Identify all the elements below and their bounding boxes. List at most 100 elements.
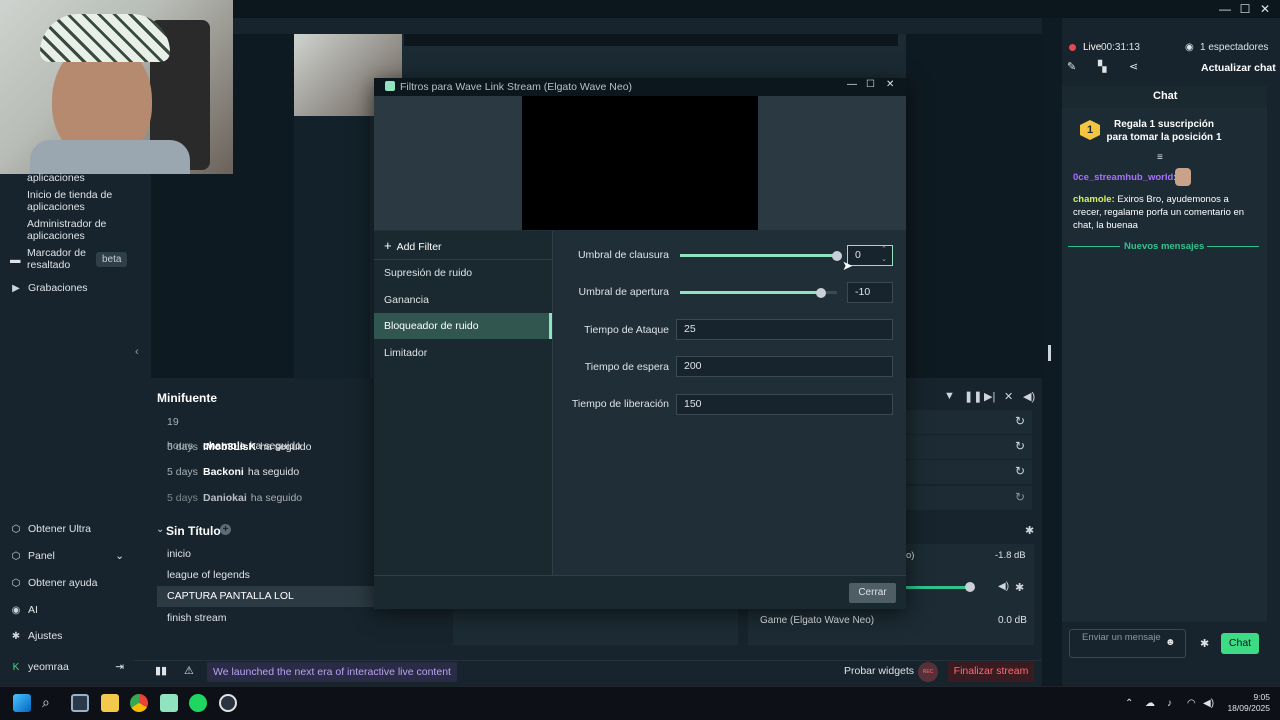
chat-username[interactable]: 0ce_streamhub_world: [1073, 172, 1173, 183]
cloud-icon[interactable]: ☁: [1145, 698, 1155, 709]
sidebar-item-panel-label: Panel: [28, 550, 55, 562]
file-explorer-icon[interactable]: [101, 694, 119, 712]
spotify-icon[interactable]: [189, 694, 207, 712]
chat-username[interactable]: chamole: [1073, 194, 1112, 205]
speaker-icon[interactable]: ◀): [1203, 698, 1214, 709]
windows-start-icon[interactable]: [13, 694, 31, 712]
record-button[interactable]: REC: [918, 662, 938, 682]
add-filter-label: Add Filter: [396, 241, 442, 253]
filter-item[interactable]: Limitador: [374, 340, 552, 366]
sidebar-item-highlighter[interactable]: Marcador de resaltado: [27, 247, 99, 271]
open-threshold-input[interactable]: -10: [847, 282, 893, 303]
layout-icon[interactable]: ▚: [1098, 60, 1106, 73]
end-stream-button[interactable]: Finalizar stream: [948, 661, 1034, 682]
replay-icon[interactable]: ↻: [1015, 414, 1025, 428]
resize-handle[interactable]: [1048, 345, 1051, 361]
chrome-icon[interactable]: [130, 694, 148, 712]
filter-preview: [522, 96, 758, 230]
filter-item-active[interactable]: Bloqueador de ruido: [374, 313, 552, 339]
maximize-button[interactable]: ☐: [1234, 0, 1256, 18]
taskbar-clock[interactable]: 9:05 18/09/2025: [1218, 692, 1270, 714]
task-view-icon[interactable]: [71, 694, 89, 712]
search-icon[interactable]: ⌕: [42, 694, 60, 712]
sidebar-item-help[interactable]: ⬡ Obtener ayuda: [10, 577, 98, 590]
test-widgets-button[interactable]: Probar widgets: [844, 665, 914, 677]
pause-icon[interactable]: ❚❚: [964, 390, 982, 403]
streamlabs-icon[interactable]: [160, 694, 178, 712]
alert-icon[interactable]: ⚠: [184, 664, 194, 677]
attack-time-input[interactable]: 25: [676, 319, 893, 340]
skip-icon[interactable]: ▶|: [984, 390, 995, 403]
event-user[interactable]: IMob3LisK: [203, 441, 256, 453]
sidebar-item-settings-label: Ajustes: [28, 630, 63, 642]
recordings-icon: ▶: [12, 283, 20, 294]
mixer-source-name: Game (Elgato Wave Neo): [760, 615, 875, 626]
release-time-input[interactable]: 150: [676, 394, 893, 415]
event-user[interactable]: Daniokai: [203, 492, 247, 504]
sidebar-item-ultra[interactable]: ⬡ Obtener Ultra: [10, 523, 91, 536]
app-icon[interactable]: [219, 694, 237, 712]
sidebar-item-account[interactable]: Kyeomraa ⇥: [10, 661, 124, 674]
event-user[interactable]: Backoni: [203, 466, 244, 478]
replay-icon[interactable]: ↻: [1015, 464, 1025, 478]
edit-icon[interactable]: ✎: [1067, 60, 1076, 73]
sidebar-item-apps[interactable]: aplicaciones: [27, 172, 85, 184]
collapse-scenes-icon[interactable]: ⌄: [156, 524, 164, 535]
mute-alerts-icon[interactable]: ✕: [1004, 390, 1013, 403]
logout-icon[interactable]: ⇥: [115, 661, 124, 673]
open-threshold-label: Umbral de apertura: [578, 286, 669, 298]
emoji-icon[interactable]: ☻: [1165, 637, 1176, 648]
sidebar-item-recordings[interactable]: ▶ Grabaciones: [10, 282, 87, 295]
filter-icon[interactable]: ▼: [944, 390, 955, 402]
hold-time-input[interactable]: 200: [676, 356, 893, 377]
live-timer: 00:31:13: [1101, 42, 1140, 53]
filter-list-icon[interactable]: ≡: [1157, 152, 1163, 163]
send-chat-button[interactable]: Chat: [1221, 633, 1259, 654]
close-window-button[interactable]: ✕: [1254, 0, 1276, 18]
event-action: ha seguido: [247, 466, 300, 478]
dialog-minimize-button[interactable]: —: [847, 79, 857, 90]
share-icon[interactable]: ⋖: [1129, 60, 1138, 73]
event-action: ha seguido: [260, 441, 312, 453]
speaker-icon[interactable]: ◀): [998, 581, 1009, 592]
refresh-chat-button[interactable]: Actualizar chat: [1201, 62, 1276, 74]
replay-icon[interactable]: ↻: [1015, 439, 1025, 453]
scene-item[interactable]: finish stream: [157, 608, 442, 629]
new-messages-label[interactable]: Nuevos mensajes: [1124, 241, 1204, 252]
sidebar-item-ai[interactable]: ◉ AI: [10, 604, 38, 617]
replay-icon[interactable]: ↻: [1015, 490, 1025, 504]
gear-icon[interactable]: ✱: [1015, 581, 1024, 594]
chevron-up-icon[interactable]: ⌃: [1125, 698, 1133, 709]
microphone-icon[interactable]: ♪: [1167, 698, 1172, 709]
eye-icon: ◉: [1185, 42, 1194, 53]
wifi-icon[interactable]: ◠: [1187, 698, 1196, 709]
sidebar-item-app-manager[interactable]: Administrador de aplicaciones: [27, 218, 117, 242]
sidebar-item-settings[interactable]: ✱ Ajustes: [10, 630, 63, 643]
sidebar-item-panel[interactable]: ⬡ Panel ⌄: [10, 550, 124, 563]
close-threshold-thumb[interactable]: [832, 251, 842, 261]
mouse-cursor-icon: ➤: [842, 258, 853, 273]
close-button[interactable]: Cerrar: [849, 583, 896, 603]
dialog-close-button[interactable]: ✕: [886, 79, 894, 90]
minimize-button[interactable]: —: [1214, 0, 1236, 18]
dialog-maximize-button[interactable]: ☐: [866, 79, 875, 90]
close-threshold-fill: [680, 254, 837, 257]
stats-icon[interactable]: ▮▮: [155, 664, 167, 677]
add-scene-icon[interactable]: +: [220, 524, 231, 535]
sidebar-item-app-store[interactable]: Inicio de tienda de aplicaciones: [27, 189, 117, 213]
gear-icon[interactable]: ✱: [1025, 524, 1034, 537]
event-time: 5 days: [167, 466, 198, 478]
filter-item[interactable]: Supresión de ruido: [374, 260, 552, 286]
stepper-icon[interactable]: ⌃ ⌄: [881, 245, 887, 265]
event-action: ha seguido: [250, 492, 303, 504]
volume-icon[interactable]: ◀): [1023, 390, 1035, 403]
announcement-banner[interactable]: We launched the next era of interactive …: [207, 662, 457, 682]
mixer-level: -1.8 dB: [995, 550, 1026, 561]
filter-item[interactable]: Ganancia: [374, 287, 552, 313]
scene-collection-title[interactable]: Sin Título: [166, 524, 221, 538]
collapse-left-icon[interactable]: ‹: [135, 346, 139, 358]
add-filter-button[interactable]: + Add Filter: [384, 238, 442, 253]
chat-input-placeholder: Enviar un mensaje: [1082, 632, 1161, 643]
volume-slider-thumb[interactable]: [965, 582, 975, 592]
gear-icon[interactable]: ✱: [1200, 637, 1209, 650]
